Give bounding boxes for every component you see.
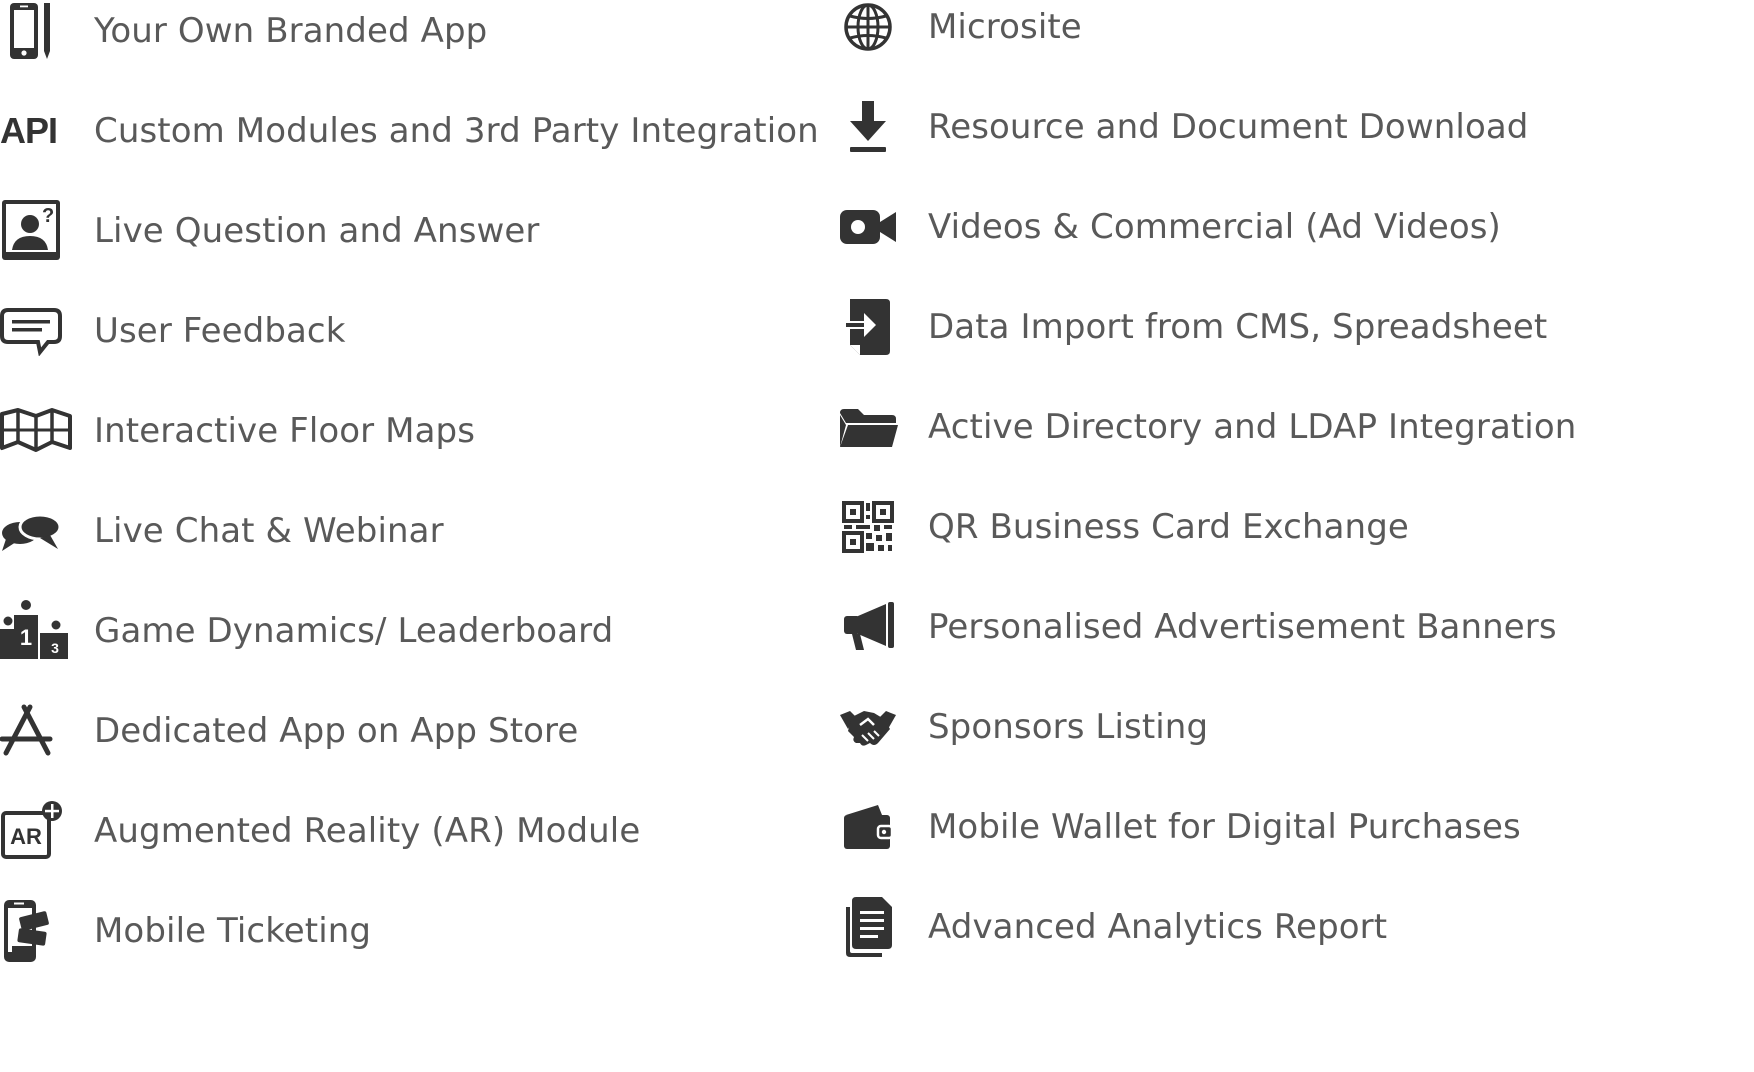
chat-bubbles-icon — [0, 481, 72, 581]
globe-icon — [834, 0, 902, 77]
feature-item: Advanced Analytics Report — [830, 877, 1754, 977]
wallet-icon — [834, 777, 902, 877]
api-icon: API — [0, 81, 72, 181]
api-icon-text: API — [0, 110, 58, 151]
feature-item: API Custom Modules and 3rd Party Integra… — [0, 81, 830, 181]
svg-text:3: 3 — [51, 640, 59, 656]
feature-label: Your Own Branded App — [94, 11, 488, 51]
qr-code-icon — [834, 477, 902, 577]
feature-label: Dedicated App on App Store — [94, 711, 579, 751]
ar-icon: AR — [0, 781, 72, 881]
feature-item: Resource and Document Download — [830, 77, 1754, 177]
svg-text:1: 1 — [20, 625, 32, 650]
feature-label: Augmented Reality (AR) Module — [94, 811, 641, 851]
feature-item: Live Chat & Webinar — [0, 481, 830, 581]
feature-item: Mobile Wallet for Digital Purchases — [830, 777, 1754, 877]
feature-item: Active Directory and LDAP Integration — [830, 377, 1754, 477]
feature-label: Interactive Floor Maps — [94, 411, 476, 451]
video-camera-icon — [834, 177, 902, 277]
feature-label: Resource and Document Download — [928, 107, 1529, 147]
podium-icon: 1 3 — [0, 581, 72, 681]
feature-item: Mobile Ticketing — [0, 881, 830, 981]
download-icon — [834, 77, 902, 177]
feature-label: Active Directory and LDAP Integration — [928, 407, 1577, 447]
feature-item: Microsite — [830, 0, 1754, 77]
feature-item: Sponsors Listing — [830, 677, 1754, 777]
feature-label: Live Chat & Webinar — [94, 511, 444, 551]
comment-icon — [0, 281, 72, 381]
map-icon — [0, 381, 72, 481]
feature-label: Advanced Analytics Report — [928, 907, 1388, 947]
feature-label: Mobile Ticketing — [94, 911, 372, 951]
feature-label: User Feedback — [94, 311, 346, 351]
folder-icon — [834, 377, 902, 477]
feature-item: Personalised Advertisement Banners — [830, 577, 1754, 677]
feature-label: QR Business Card Exchange — [928, 507, 1409, 547]
feature-label: Mobile Wallet for Digital Purchases — [928, 807, 1521, 847]
feature-item: QR Business Card Exchange — [830, 477, 1754, 577]
handshake-icon — [834, 677, 902, 777]
feature-item: AR Augmented Reality (AR) Module — [0, 781, 830, 881]
feature-label: Personalised Advertisement Banners — [928, 607, 1557, 647]
feature-label: Live Question and Answer — [94, 211, 540, 251]
document-icon — [834, 877, 902, 977]
feature-label: Game Dynamics/ Leaderboard — [94, 611, 614, 651]
feature-label: Microsite — [928, 7, 1082, 47]
mobile-phone-icon — [0, 0, 72, 81]
feature-label: Videos & Commercial (Ad Videos) — [928, 207, 1501, 247]
feature-item: ? Live Question and Answer — [0, 181, 830, 281]
feature-label: Sponsors Listing — [928, 707, 1209, 747]
feature-item: Videos & Commercial (Ad Videos) — [830, 177, 1754, 277]
app-store-icon — [0, 681, 72, 781]
import-icon — [834, 277, 902, 377]
svg-text:?: ? — [42, 205, 54, 227]
feature-list: Your Own Branded App API Custom Modules … — [0, 0, 1754, 1072]
megaphone-icon — [834, 577, 902, 677]
feature-label: Custom Modules and 3rd Party Integration — [94, 111, 819, 151]
feature-item: Your Own Branded App — [0, 0, 830, 81]
feature-item: User Feedback — [0, 281, 830, 381]
feature-item: Interactive Floor Maps — [0, 381, 830, 481]
ar-icon-text: AR — [10, 824, 42, 849]
feature-label: Data Import from CMS, Spreadsheet — [928, 307, 1548, 347]
mobile-ticket-icon — [0, 881, 72, 981]
feature-item: Dedicated App on App Store — [0, 681, 830, 781]
feature-item: Data Import from CMS, Spreadsheet — [830, 277, 1754, 377]
question-person-icon: ? — [0, 181, 72, 281]
feature-item: 1 3 Game Dynamics/ Leaderboard — [0, 581, 830, 681]
